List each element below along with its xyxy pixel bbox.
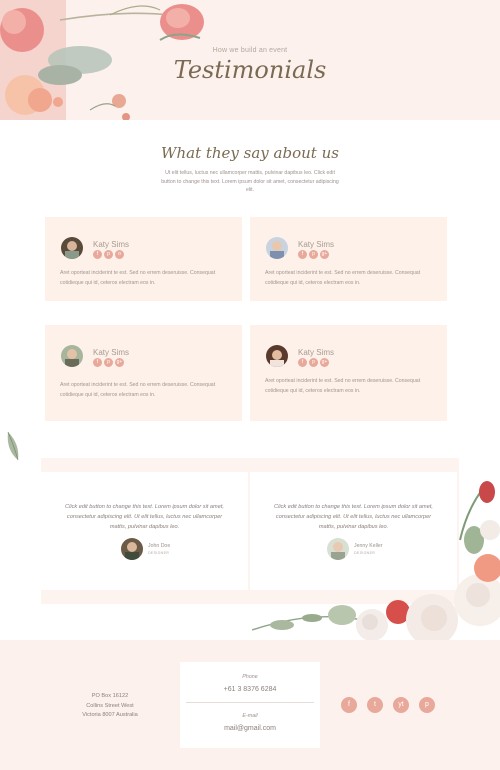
address-line: Victoria 8007 Australia	[82, 712, 138, 718]
leaf-decoration	[7, 431, 19, 461]
avatar	[266, 237, 288, 259]
section-title: What they say about us	[161, 144, 339, 162]
hero-banner: How we build an event Testimonials	[0, 0, 500, 120]
reviewer-name: Katy Sims	[298, 240, 335, 249]
testimonial-text: Aret oporteat inciderint te est. Sed no …	[60, 270, 216, 286]
address-line: Collins Street West	[86, 702, 134, 709]
testimonial-card: Katy Sims f p g+ Aret oporteat inciderin…	[45, 325, 242, 421]
address-line: PO Box 16122	[91, 693, 129, 699]
testimonial-text: Aret oporteat inciderint te est. Sed no …	[60, 382, 216, 398]
pinterest-icon[interactable]: p	[309, 250, 318, 259]
divider	[186, 702, 314, 703]
pinterest-icon[interactable]: p	[309, 358, 318, 367]
pinterest-icon[interactable]: p	[104, 358, 113, 367]
floral-decoration-right	[252, 481, 500, 640]
social-links: f p g+	[93, 358, 124, 367]
avatar	[61, 237, 83, 259]
footer-social-links: f t yt p	[341, 697, 435, 713]
phone-label: Phone	[242, 674, 258, 680]
testimonial-card: Katy Sims f p o Aret oporteat inciderint…	[45, 217, 242, 301]
address-block: PO Box 16122 Collins Street West Victori…	[60, 692, 160, 721]
google-plus-icon[interactable]: g+	[320, 358, 329, 367]
quote-card: Click edit button to change this text. L…	[41, 472, 248, 590]
avatar	[121, 538, 143, 560]
social-links: f p g+	[298, 358, 329, 367]
facebook-icon[interactable]: f	[298, 358, 307, 367]
phone-value[interactable]: +61 3 8376 6284	[180, 686, 320, 693]
pinterest-icon[interactable]: p	[104, 250, 113, 259]
testimonial-text: Aret oporteat inciderint te est. Sed no …	[265, 378, 421, 394]
instagram-icon[interactable]: o	[115, 250, 124, 259]
section-description: Ut elit tellus, luctus nec ullamcorper m…	[161, 170, 339, 193]
quote-author-name: John Doe	[148, 543, 171, 549]
avatar	[61, 345, 83, 367]
facebook-icon[interactable]: f	[93, 358, 102, 367]
hero-subtitle: How we build an event	[212, 47, 288, 54]
google-plus-icon[interactable]: g+	[115, 358, 124, 367]
quote-text: Click edit button to change this text. L…	[65, 504, 224, 530]
facebook-icon[interactable]: f	[298, 250, 307, 259]
reviewer-name: Katy Sims	[93, 240, 130, 249]
pinterest-icon[interactable]: p	[419, 697, 435, 713]
social-links: f p o	[93, 250, 124, 259]
facebook-icon[interactable]: f	[93, 250, 102, 259]
reviewer-name: Katy Sims	[298, 348, 335, 357]
testimonial-text: Aret oporteat inciderint te est. Sed no …	[265, 270, 421, 286]
quote-author-role: DESIGNER	[148, 551, 170, 555]
facebook-icon[interactable]: f	[341, 697, 357, 713]
google-plus-icon[interactable]: g+	[320, 250, 329, 259]
twitter-icon[interactable]: t	[367, 697, 383, 713]
email-value[interactable]: mail@gmail.com	[180, 725, 320, 732]
page-title: Testimonials	[173, 56, 327, 84]
footer: PO Box 16122 Collins Street West Victori…	[0, 640, 500, 770]
testimonial-card: Katy Sims f p g+ Aret oporteat inciderin…	[250, 217, 447, 301]
contact-box: Phone +61 3 8376 6284 E-mail mail@gmail.…	[180, 662, 320, 748]
reviewer-name: Katy Sims	[93, 348, 130, 357]
social-links: f p g+	[298, 250, 329, 259]
youtube-icon[interactable]: yt	[393, 697, 409, 713]
avatar	[266, 345, 288, 367]
testimonial-card: Katy Sims f p g+ Aret oporteat inciderin…	[250, 325, 447, 421]
email-label: E-mail	[242, 713, 258, 719]
